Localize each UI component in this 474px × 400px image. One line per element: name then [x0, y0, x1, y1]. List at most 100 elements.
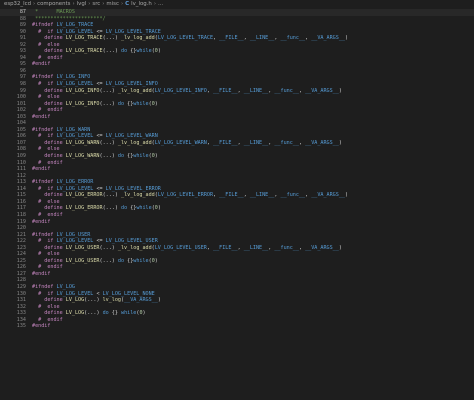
- code-token: <=: [93, 133, 106, 140]
- code-editor[interactable]: esp32_lcd › components › lvgl › src › misc › Clv_l…: [0, 0, 474, 400]
- code-token: define: [44, 100, 63, 107]
- code-token: #ifndef: [32, 179, 54, 186]
- code-token: (...): [99, 100, 115, 107]
- code-token: #endif: [32, 166, 51, 173]
- code-token: {}: [127, 48, 137, 55]
- code-token: __VA_ARGS__: [124, 297, 158, 304]
- chevron-right-icon: ›: [72, 1, 75, 7]
- code-token: __func__: [274, 87, 299, 94]
- code-token: (...): [102, 192, 118, 199]
- code-token: __LINE__: [249, 35, 275, 42]
- code-token: LV_LOG: [65, 310, 85, 317]
- breadcrumb-item[interactable]: esp32_lcd: [4, 1, 31, 7]
- code-token: # if: [38, 28, 54, 35]
- code-token: while: [133, 153, 149, 160]
- code-token: #ifndef: [32, 74, 54, 81]
- code-token: ): [157, 205, 161, 212]
- code-token: __VA_ARGS__: [305, 244, 339, 251]
- code-token: (...): [84, 297, 100, 304]
- code-token: ): [154, 153, 158, 160]
- code-token: __func__: [280, 192, 306, 199]
- code-token: ): [154, 100, 158, 107]
- code-token: __LINE__: [243, 87, 269, 94]
- code-token: LV_LOG_INFO: [65, 100, 100, 107]
- code-token: LV_LOG_LEVEL: [56, 81, 94, 88]
- breadcrumb-item[interactable]: src: [92, 1, 100, 7]
- code-token: LV_LOG_WARN: [65, 139, 100, 146]
- code-token: <=: [93, 238, 106, 245]
- code-token: LV_LOG_LEVEL_INFO: [154, 87, 207, 94]
- chevron-right-icon: ›: [153, 1, 156, 7]
- code-token: # endif: [38, 211, 63, 218]
- code-token: define: [44, 192, 63, 199]
- code-token: _lv_log_add: [117, 87, 152, 94]
- code-token: # else: [38, 41, 60, 48]
- code-token: __LINE__: [243, 139, 269, 146]
- code-token: LV_LOG_LEVEL_ERROR: [157, 192, 214, 199]
- code-token: LV_LOG_LEVEL_INFO: [105, 81, 158, 88]
- code-token: while: [136, 205, 152, 212]
- code-token: # endif: [38, 54, 63, 61]
- c-file-icon: C: [125, 1, 130, 7]
- code-token: (...): [99, 139, 115, 146]
- code-token: # if: [38, 185, 54, 192]
- code-token: (...): [102, 35, 118, 42]
- breadcrumb-item[interactable]: lvgl: [77, 1, 87, 7]
- code-token: ): [344, 192, 349, 199]
- code-token: define: [44, 244, 63, 251]
- code-token: LV_LOG_LEVEL: [56, 28, 94, 35]
- code-token: _lv_log_add: [121, 35, 155, 42]
- code-token: LV_LOG_LEVEL_TRACE: [105, 28, 161, 35]
- code-token: LV_LOG_WARN: [56, 126, 91, 133]
- breadcrumb-symbol[interactable]: ...: [158, 1, 163, 7]
- code-token: {}: [124, 153, 134, 160]
- code-token: _lv_log_add: [117, 244, 152, 251]
- code-token: define: [44, 153, 63, 160]
- code-token: __FILE__: [213, 87, 238, 94]
- code-token: # endif: [38, 159, 63, 166]
- code-token: LV_LOG: [56, 283, 75, 290]
- code-line[interactable]: 135 #endif: [0, 323, 474, 330]
- code-token: ): [157, 297, 161, 304]
- code-token: ): [344, 35, 349, 42]
- code-token: # else: [38, 146, 60, 153]
- code-token: {}: [127, 205, 137, 212]
- code-token: LV_LOG_LEVEL: [56, 290, 94, 297]
- code-token: define: [44, 297, 63, 304]
- breadcrumb-item[interactable]: components: [37, 1, 70, 7]
- code-token: #ifndef: [32, 126, 54, 133]
- code-token: LV_LOG_WARN: [65, 153, 100, 160]
- code-token: __VA_ARGS__: [305, 139, 339, 146]
- code-area[interactable]: 87 * MACROS 88 **********************/89 #…: [0, 9, 474, 330]
- code-token: #ifndef: [32, 231, 54, 238]
- code-token: LV_LOG_LEVEL: [56, 238, 94, 245]
- code-token: LV_LOG_TRACE: [65, 48, 103, 55]
- code-token: ): [338, 139, 342, 146]
- breadcrumb-file[interactable]: lv_log.h: [131, 1, 152, 7]
- code-token: LV_LOG_ERROR: [56, 179, 94, 186]
- vertical-scrollbar[interactable]: [466, 9, 474, 400]
- code-token: LV_LOG: [65, 297, 85, 304]
- code-token: define: [44, 87, 63, 94]
- code-token: LV_LOG_TRACE: [56, 22, 94, 29]
- code-token: # else: [38, 303, 60, 310]
- code-token: ): [154, 257, 158, 264]
- code-token: (...): [99, 87, 115, 94]
- code-token: __LINE__: [243, 244, 269, 251]
- code-token: (...): [99, 257, 115, 264]
- code-token: LV_LOG_TRACE: [65, 35, 103, 42]
- code-token: (...): [99, 153, 115, 160]
- code-token: # endif: [38, 264, 63, 271]
- breadcrumb-item[interactable]: misc: [106, 1, 119, 7]
- chevron-right-icon: ›: [88, 1, 91, 7]
- code-token: <: [93, 290, 103, 297]
